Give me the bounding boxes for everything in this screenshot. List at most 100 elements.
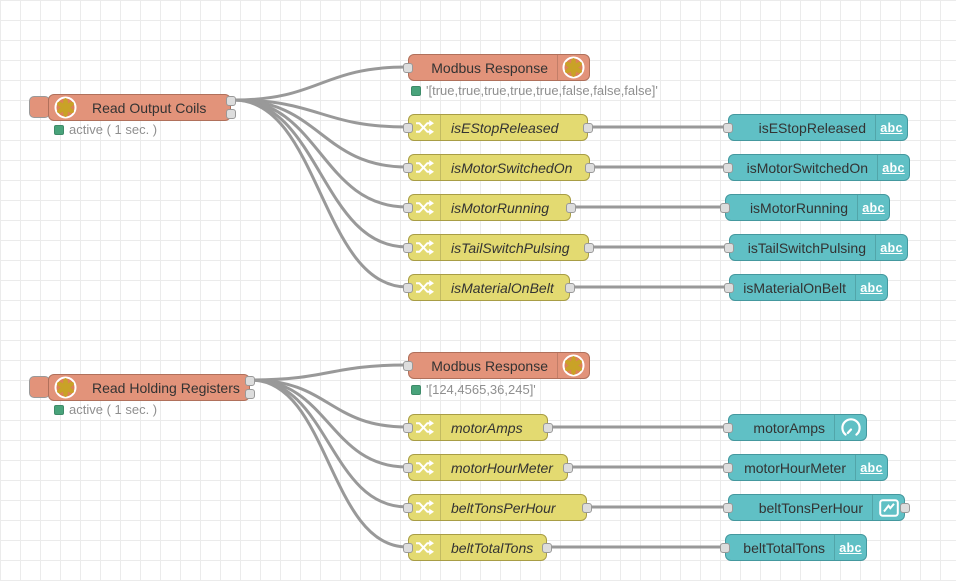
modbus-flower-icon: [557, 353, 589, 378]
node-status: '[124,4565,36,245]': [411, 382, 536, 397]
input-port[interactable]: [403, 423, 413, 433]
ui-text-node-isTailSwitchPulsing[interactable]: isTailSwitchPulsing abc: [729, 234, 908, 261]
ui-text-node-isMotorRunning[interactable]: isMotorRunning abc: [725, 194, 890, 221]
switch-node-beltTonsPerHour[interactable]: beltTonsPerHour: [408, 494, 587, 521]
output-port[interactable]: [563, 463, 573, 473]
output-port[interactable]: [542, 543, 552, 553]
output-port[interactable]: [566, 203, 576, 213]
status-dot-icon: [54, 125, 64, 135]
input-port[interactable]: [403, 503, 413, 513]
modbus-response-node[interactable]: Modbus Response: [408, 54, 590, 81]
output-port[interactable]: [582, 503, 592, 513]
flow-canvas[interactable]: Read Output Coils active ( 1 sec. ) Modb…: [0, 0, 956, 581]
input-port[interactable]: [723, 423, 733, 433]
node-trigger-button[interactable]: [29, 376, 50, 398]
switch-icon: [409, 415, 441, 440]
input-port[interactable]: [403, 543, 413, 553]
wire[interactable]: [251, 365, 407, 380]
switch-node-isEStopReleased[interactable]: isEStopReleased: [408, 114, 588, 141]
input-port[interactable]: [403, 123, 413, 133]
output-port[interactable]: [585, 163, 595, 173]
switch-node-motorAmps[interactable]: motorAmps: [408, 414, 548, 441]
ui-gauge-node-motorAmps[interactable]: motorAmps: [728, 414, 867, 441]
input-port[interactable]: [723, 503, 733, 513]
node-label: beltTotalTons: [441, 540, 546, 556]
node-label: isEStopReleased: [441, 120, 587, 136]
wire[interactable]: [234, 100, 407, 287]
input-port[interactable]: [403, 63, 413, 73]
ui-chart-node-beltTonsPerHour[interactable]: beltTonsPerHour: [728, 494, 905, 521]
input-port[interactable]: [720, 543, 730, 553]
switch-icon: [409, 275, 441, 300]
switch-icon: [409, 495, 441, 520]
node-label: Read Holding Registers: [82, 380, 249, 396]
ui-text-node-isEStopReleased[interactable]: isEStopReleased abc: [728, 114, 908, 141]
text-widget-icon: abc: [875, 235, 907, 260]
input-port[interactable]: [723, 123, 733, 133]
input-port[interactable]: [403, 361, 413, 371]
input-port[interactable]: [403, 463, 413, 473]
node-label: Modbus Response: [409, 60, 557, 76]
output-port-1[interactable]: [245, 376, 255, 386]
modbus-flower-icon: [557, 55, 589, 80]
ui-text-node-beltTotalTons[interactable]: beltTotalTons abc: [725, 534, 867, 561]
modbus-response-node[interactable]: Modbus Response: [408, 352, 590, 379]
wire[interactable]: [234, 67, 407, 100]
wire[interactable]: [234, 100, 407, 167]
input-port[interactable]: [720, 203, 730, 213]
ui-text-node-isMaterialOnBelt[interactable]: isMaterialOnBelt abc: [729, 274, 888, 301]
switch-node-isMaterialOnBelt[interactable]: isMaterialOnBelt: [408, 274, 570, 301]
switch-icon: [409, 115, 441, 140]
ui-text-node-motorHourMeter[interactable]: motorHourMeter abc: [728, 454, 888, 481]
input-port[interactable]: [723, 163, 733, 173]
node-label: Modbus Response: [409, 358, 557, 374]
modbus-read-node-output-coils[interactable]: Read Output Coils: [48, 94, 231, 121]
output-port[interactable]: [900, 503, 910, 513]
input-port[interactable]: [724, 243, 734, 253]
node-label: motorHourMeter: [441, 460, 567, 476]
modbus-read-node-holding-registers[interactable]: Read Holding Registers: [48, 374, 250, 401]
output-port[interactable]: [543, 423, 553, 433]
input-port[interactable]: [723, 463, 733, 473]
output-port-2[interactable]: [226, 109, 236, 119]
status-dot-icon: [54, 405, 64, 415]
switch-node-isTailSwitchPulsing[interactable]: isTailSwitchPulsing: [408, 234, 589, 261]
wire[interactable]: [234, 100, 407, 247]
node-label: motorAmps: [441, 420, 547, 436]
node-status: active ( 1 sec. ): [54, 122, 157, 137]
node-label: isTailSwitchPulsing: [730, 240, 875, 256]
wire[interactable]: [251, 380, 407, 467]
text-widget-icon: abc: [834, 535, 866, 560]
output-port[interactable]: [584, 243, 594, 253]
switch-icon: [409, 455, 441, 480]
switch-node-isMotorSwitchedOn[interactable]: isMotorSwitchedOn: [408, 154, 590, 181]
switch-node-isMotorRunning[interactable]: isMotorRunning: [408, 194, 571, 221]
text-widget-icon: abc: [875, 115, 907, 140]
node-label: beltTonsPerHour: [441, 500, 586, 516]
text-widget-icon: abc: [857, 195, 889, 220]
node-trigger-button[interactable]: [29, 96, 50, 118]
switch-icon: [409, 235, 441, 260]
switch-node-beltTotalTons[interactable]: beltTotalTons: [408, 534, 547, 561]
node-label: beltTonsPerHour: [729, 500, 872, 516]
switch-node-motorHourMeter[interactable]: motorHourMeter: [408, 454, 568, 481]
wire[interactable]: [251, 380, 407, 507]
node-label: Read Output Coils: [82, 100, 230, 116]
modbus-flower-icon: [49, 95, 82, 120]
input-port[interactable]: [403, 163, 413, 173]
node-label: isMotorSwitchedOn: [441, 160, 589, 176]
status-text: '[124,4565,36,245]': [426, 382, 536, 397]
text-widget-icon: abc: [855, 455, 887, 480]
node-status: '[true,true,true,true,true,false,false,f…: [411, 83, 658, 98]
text-widget-icon: abc: [877, 155, 909, 180]
input-port[interactable]: [403, 283, 413, 293]
output-port[interactable]: [565, 283, 575, 293]
ui-text-node-isMotorSwitchedOn[interactable]: isMotorSwitchedOn abc: [728, 154, 910, 181]
node-label: beltTotalTons: [726, 540, 834, 556]
input-port[interactable]: [403, 243, 413, 253]
output-port-2[interactable]: [245, 389, 255, 399]
output-port-1[interactable]: [226, 96, 236, 106]
input-port[interactable]: [403, 203, 413, 213]
output-port[interactable]: [583, 123, 593, 133]
input-port[interactable]: [724, 283, 734, 293]
